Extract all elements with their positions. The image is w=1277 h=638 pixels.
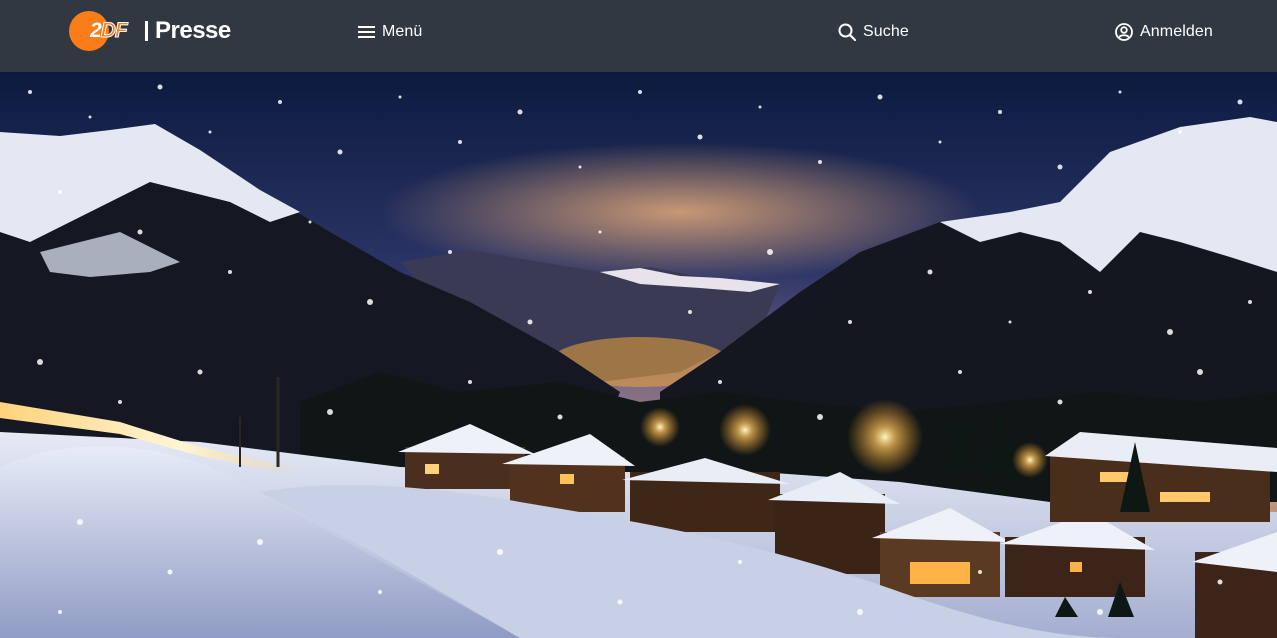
hero-image [0, 72, 1277, 638]
search-button[interactable]: Suche [838, 21, 909, 43]
zdf-logo-text: 2DF [90, 19, 128, 42]
login-button[interactable]: Anmelden [1115, 21, 1213, 43]
menu-label: Menü [382, 23, 423, 40]
zdf-presse-logo[interactable]: 2DF Presse [69, 11, 231, 51]
zdf-logo-circle: 2DF [69, 11, 128, 51]
zdf-logo-letters-df: DF [100, 19, 128, 42]
hero-illustration [0, 72, 1277, 638]
zdf-logo-letter-2: 2 [90, 19, 102, 42]
logo-section-label: Presse [155, 17, 231, 44]
hamburger-icon [358, 25, 375, 39]
logo-separator [145, 21, 148, 41]
login-label: Anmelden [1140, 23, 1213, 40]
site-header: 2DF Presse Menü Suche Anmelden [0, 0, 1277, 72]
menu-button[interactable]: Menü [358, 21, 422, 43]
search-icon [838, 23, 856, 41]
search-label: Suche [863, 23, 909, 40]
user-circle-icon [1115, 23, 1133, 41]
